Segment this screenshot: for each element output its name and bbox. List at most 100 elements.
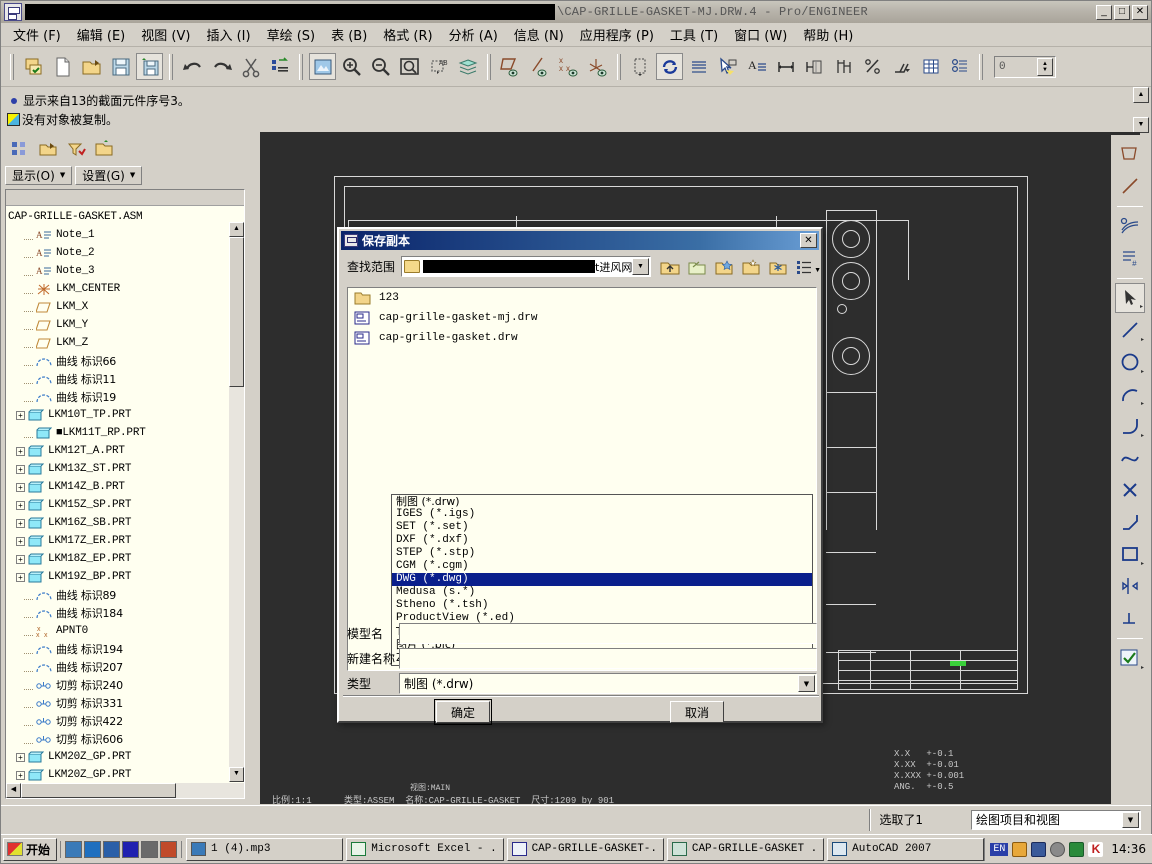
tree-item[interactable]: 曲线 标识207 bbox=[8, 658, 244, 676]
tree-item[interactable]: 切剪 标识331 bbox=[8, 694, 244, 712]
save-a-copy-icon[interactable] bbox=[136, 53, 163, 80]
datum-axis-display-icon[interactable] bbox=[526, 53, 553, 80]
menu-tools[interactable]: 工具 (T) bbox=[662, 22, 726, 47]
chamfer-tool-icon[interactable] bbox=[1115, 507, 1145, 537]
line-tool-icon[interactable]: ▸ bbox=[1115, 315, 1145, 345]
media-player-icon[interactable] bbox=[65, 840, 83, 858]
note-create-icon[interactable]: # bbox=[1115, 243, 1145, 273]
cancel-button[interactable]: 取消 bbox=[670, 701, 724, 723]
tree-item[interactable]: + LKM20Z_GP.PRT bbox=[8, 766, 244, 784]
message-scroll-up-button[interactable]: ▲ bbox=[1133, 87, 1149, 103]
desktop-icon[interactable] bbox=[141, 840, 159, 858]
cut-icon[interactable] bbox=[237, 53, 264, 80]
list-item[interactable]: cap-grille-gasket-mj.drw bbox=[348, 308, 816, 328]
up-one-level-icon[interactable] bbox=[659, 256, 681, 277]
tree-item[interactable]: A Note_1 bbox=[8, 226, 244, 244]
regenerate-list-icon[interactable] bbox=[266, 53, 293, 80]
table-lines-icon[interactable] bbox=[685, 53, 712, 80]
zoom-in-icon[interactable] bbox=[338, 53, 365, 80]
undo-icon[interactable] bbox=[179, 53, 206, 80]
tree-item[interactable]: A Note_3 bbox=[8, 262, 244, 280]
chevron-down-icon[interactable]: ▸ bbox=[1141, 336, 1144, 343]
tree-item[interactable]: 曲线 标识194 bbox=[8, 640, 244, 658]
tree-item[interactable]: LKM_CENTER bbox=[8, 280, 244, 298]
tree-item[interactable]: LKM_Z bbox=[8, 334, 244, 352]
file-type-option[interactable]: STEP (*.stp) bbox=[392, 547, 812, 560]
file-type-option[interactable]: DWG (*.dwg) bbox=[392, 573, 812, 586]
message-scroll-down-button[interactable]: ▼ bbox=[1133, 117, 1149, 133]
file-type-option[interactable]: Medusa (s.*) bbox=[392, 586, 812, 599]
cd-burner-icon[interactable] bbox=[1012, 841, 1028, 857]
file-type-combobox[interactable]: 制图 (*.drw) ▼ bbox=[399, 673, 817, 694]
toolbar-grip-6[interactable] bbox=[979, 53, 983, 80]
view-list-icon[interactable]: ▼ bbox=[794, 256, 821, 277]
ok-button[interactable]: 确定 bbox=[434, 699, 492, 725]
taskbar-item-autocad[interactable]: AutoCAD 2007 bbox=[827, 837, 985, 861]
menu-view[interactable]: 视图 (V) bbox=[133, 22, 198, 47]
detail-view-icon[interactable] bbox=[1115, 211, 1145, 241]
tree-scroll-up-button[interactable]: ▲ bbox=[229, 222, 244, 237]
tree-expand-toggle[interactable]: + bbox=[16, 752, 25, 762]
tolerance-icon[interactable] bbox=[859, 53, 886, 80]
scale-spinner-arrows[interactable]: ▲ ▼ bbox=[1037, 57, 1053, 76]
tree-item[interactable]: + LKM20Z_GP.PRT bbox=[8, 748, 244, 766]
refit-icon[interactable] bbox=[396, 53, 423, 80]
tree-expand-toggle[interactable]: + bbox=[16, 482, 25, 492]
new-file-icon[interactable] bbox=[49, 53, 76, 80]
taskbar-item-proe-drawing[interactable]: CAP-GRILLE-GASKET-... bbox=[506, 837, 664, 861]
tree-item[interactable]: 切剪 标识240 bbox=[8, 676, 244, 694]
scale-spinner-value[interactable]: 0 bbox=[995, 61, 1037, 73]
arc-tool-icon[interactable]: ▸ bbox=[1115, 379, 1145, 409]
new-folder-icon[interactable] bbox=[713, 256, 735, 277]
tree-item[interactable]: 曲线 标识19 bbox=[8, 388, 244, 406]
tree-item[interactable]: A Note_2 bbox=[8, 244, 244, 262]
tree-item[interactable]: 曲线 标识66 bbox=[8, 352, 244, 370]
ordinate-dim-icon[interactable] bbox=[830, 53, 857, 80]
fillet-tool-icon[interactable]: ▸ bbox=[1115, 411, 1145, 441]
maximize-button[interactable]: □ bbox=[1114, 4, 1130, 20]
file-type-option[interactable]: 制图 (*.drw) bbox=[392, 495, 812, 508]
tree-settings-menu[interactable]: 设置(G) ▼ bbox=[75, 165, 143, 185]
model-tree-vscrollbar[interactable]: ▲ ▼ bbox=[229, 222, 244, 782]
bom-balloon-icon[interactable] bbox=[946, 53, 973, 80]
minimize-button[interactable]: _ bbox=[1096, 4, 1112, 20]
chevron-down-icon[interactable]: ▸ bbox=[1141, 560, 1144, 567]
tree-expand-toggle[interactable]: + bbox=[16, 572, 25, 582]
close-button[interactable]: ✕ bbox=[1132, 4, 1148, 20]
tree-expand-toggle[interactable]: + bbox=[16, 464, 25, 474]
tree-item[interactable]: LKM_Y bbox=[8, 316, 244, 334]
tree-item[interactable]: 曲线 标识184 bbox=[8, 604, 244, 622]
repaint-icon[interactable] bbox=[309, 53, 336, 80]
menu-edit[interactable]: 编辑 (E) bbox=[69, 22, 134, 47]
new-from-template-icon[interactable] bbox=[20, 53, 47, 80]
chevron-down-icon[interactable]: ▸ bbox=[1141, 368, 1144, 375]
network-icon[interactable] bbox=[103, 840, 121, 858]
circle-tool-icon[interactable]: ▸ bbox=[1115, 347, 1145, 377]
tree-item[interactable]: + LKM10T_TP.PRT bbox=[8, 406, 244, 424]
tree-item[interactable]: + LKM16Z_SB.PRT bbox=[8, 514, 244, 532]
shield-tray-icon[interactable] bbox=[1050, 841, 1066, 857]
scale-spinner[interactable]: 0 ▲ ▼ bbox=[994, 55, 1056, 78]
path-dropdown-button[interactable]: ▼ bbox=[632, 258, 650, 275]
dimension-icon[interactable] bbox=[772, 53, 799, 80]
chevron-down-icon[interactable]: ▸ bbox=[1141, 400, 1144, 407]
new-folder-star-icon[interactable] bbox=[740, 256, 762, 277]
layers-icon[interactable] bbox=[454, 53, 481, 80]
point-tool-icon[interactable] bbox=[1115, 475, 1145, 505]
kaspersky-tray-icon[interactable]: K bbox=[1088, 841, 1104, 857]
select-note-icon[interactable] bbox=[714, 53, 741, 80]
model-tree-hscrollbar[interactable]: ◀ bbox=[6, 783, 244, 798]
tree-expand-toggle[interactable]: + bbox=[16, 518, 25, 528]
path-combobox[interactable]: t进风网架下密封垫 ▼ bbox=[401, 256, 652, 277]
tree-item[interactable]: 切剪 标识422 bbox=[8, 712, 244, 730]
tree-item[interactable]: 切剪 标识606 bbox=[8, 730, 244, 748]
ime-indicator-icon[interactable]: EN bbox=[990, 842, 1009, 856]
datum-csys-display-icon[interactable] bbox=[584, 53, 611, 80]
tree-filter-icon[interactable] bbox=[63, 137, 89, 161]
tree-scroll-down-button[interactable]: ▼ bbox=[229, 767, 244, 782]
menu-info[interactable]: 信息 (N) bbox=[506, 22, 572, 47]
list-item[interactable]: 123 bbox=[348, 288, 816, 308]
show-erase-icon[interactable] bbox=[801, 53, 828, 80]
tree-columns-icon[interactable] bbox=[7, 137, 33, 161]
tree-item[interactable]: + LKM17Z_ER.PRT bbox=[8, 532, 244, 550]
